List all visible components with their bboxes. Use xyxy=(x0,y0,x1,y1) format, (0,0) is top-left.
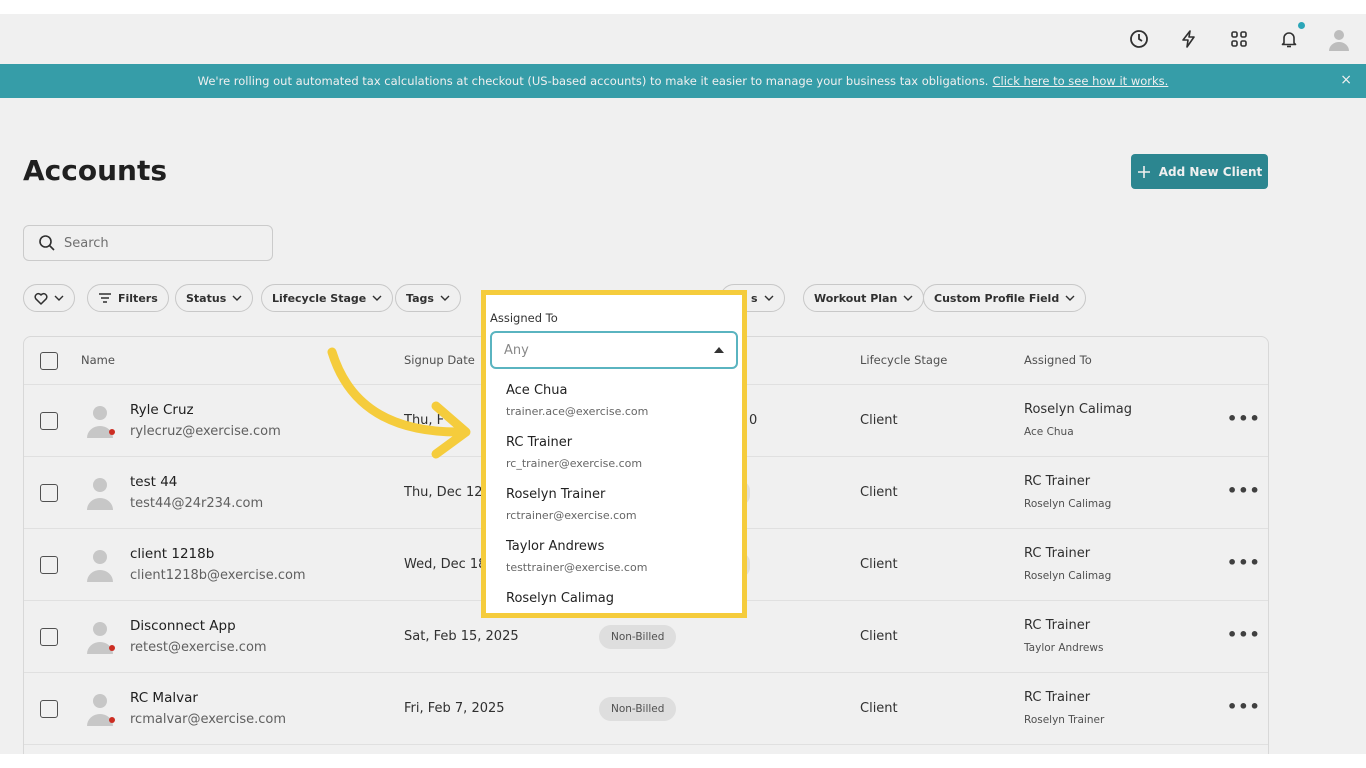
option-email: trainer.ace@exercise.com xyxy=(506,405,649,418)
assigned-to-select[interactable]: Any xyxy=(490,331,738,369)
dropdown-label: Assigned To xyxy=(490,311,558,325)
option-email: rc_trainer@exercise.com xyxy=(506,457,643,470)
dropdown-option[interactable]: RC Trainer rc_trainer@exercise.com xyxy=(490,431,738,483)
dropdown-option[interactable]: Roselyn Calimag xyxy=(490,587,738,613)
dropdown-option[interactable]: Taylor Andrews testtrainer@exercise.com xyxy=(490,535,738,587)
option-name: Taylor Andrews xyxy=(506,539,605,554)
callout-arrow-icon xyxy=(327,347,471,459)
option-name: Roselyn Calimag xyxy=(506,591,614,606)
select-value: Any xyxy=(504,342,529,358)
app-window: We're rolling out automated tax calculat… xyxy=(0,14,1366,754)
option-name: RC Trainer xyxy=(506,435,573,450)
assigned-to-dropdown: Assigned To Any Ace Chua trainer.ace@exe… xyxy=(481,290,747,618)
dropdown-option[interactable]: Roselyn Trainer rctrainer@exercise.com xyxy=(490,483,738,535)
option-email: rctrainer@exercise.com xyxy=(506,509,637,522)
option-name: Roselyn Trainer xyxy=(506,487,606,502)
dropdown-option[interactable]: Ace Chua trainer.ace@exercise.com xyxy=(490,379,738,431)
option-name: Ace Chua xyxy=(506,383,568,398)
option-email: testtrainer@exercise.com xyxy=(506,561,648,574)
caret-up-icon[interactable] xyxy=(714,347,724,353)
